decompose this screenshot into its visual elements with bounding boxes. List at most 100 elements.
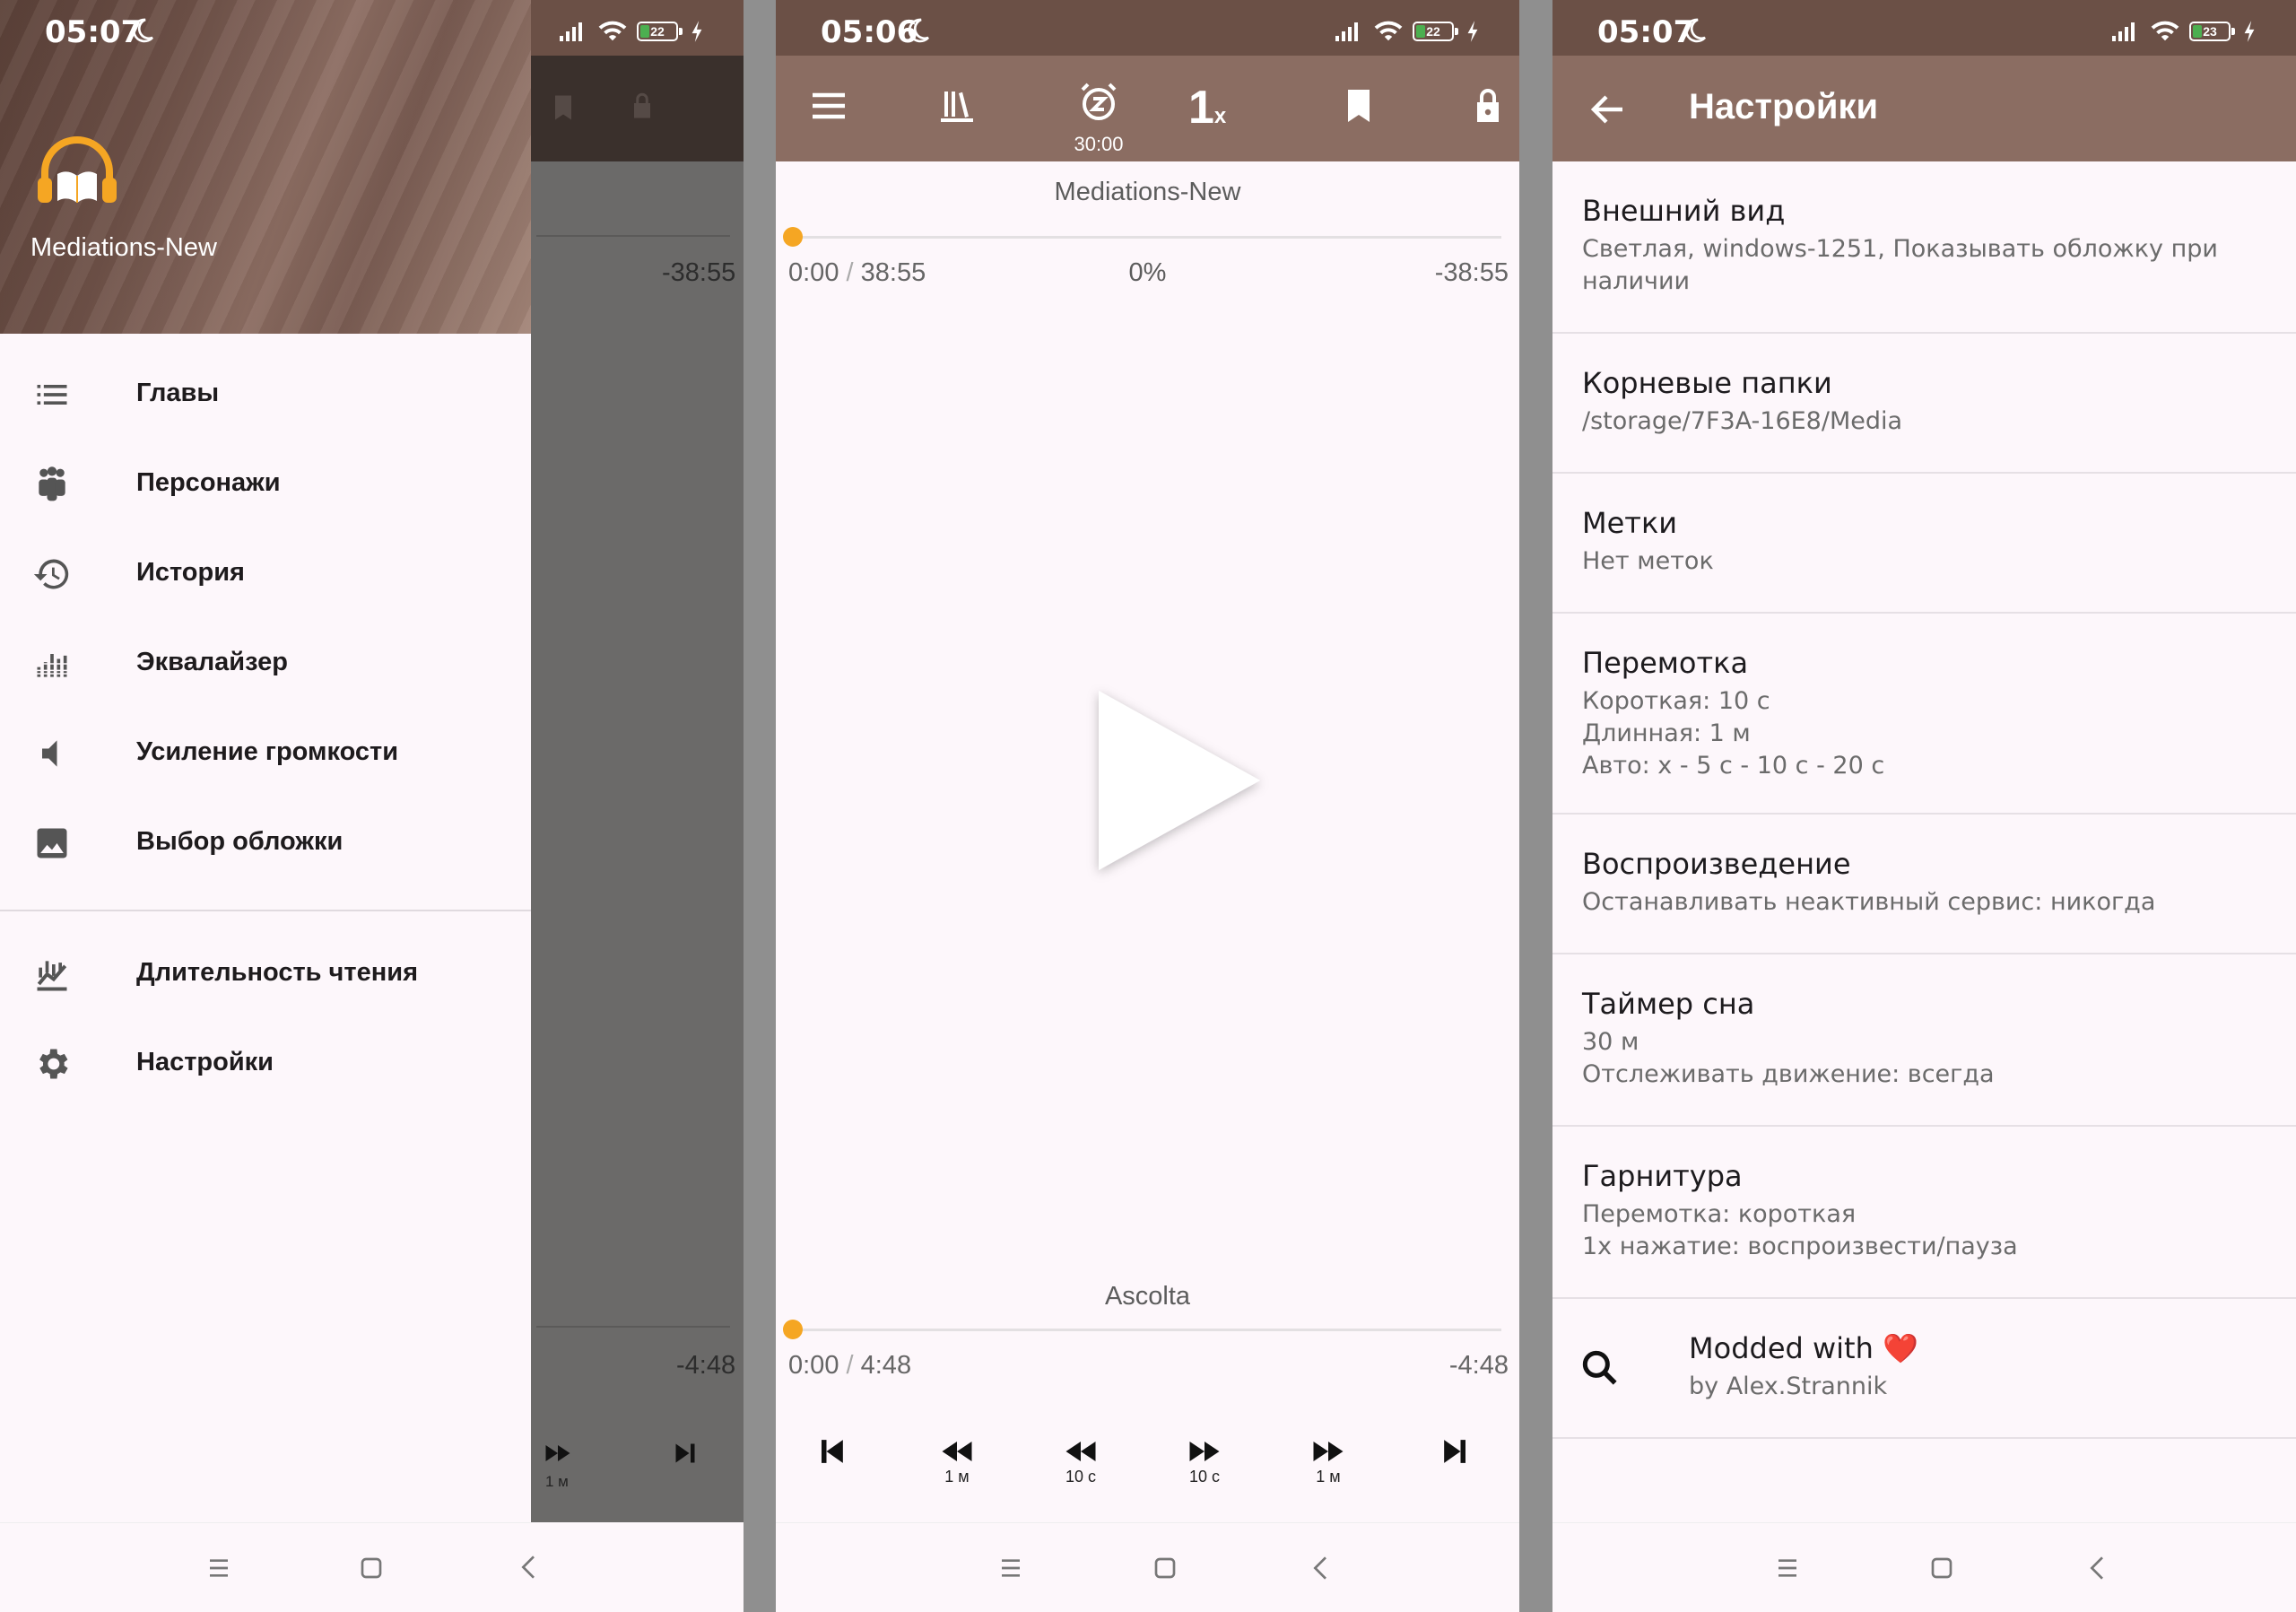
skip-next-icon[interactable] [669,1437,701,1469]
previous-track-button[interactable] [796,1426,867,1498]
signal-icon [2112,22,2135,41]
track-progress-track [536,1326,730,1328]
forward-long-button[interactable]: 1 м [1292,1426,1364,1498]
book-percent: 0% [1128,258,1167,287]
menu-item-cover-selection[interactable]: Выбор обложки [0,798,531,888]
menu-item-label: История [136,558,245,587]
status-bar-overlay: 05:07 [0,0,744,56]
battery-level: 22 [1426,24,1440,39]
setting-summary-press: 1x нажатие: воспроизвести/пауза [1582,1233,2018,1260]
back-nav-icon[interactable] [1303,1550,1339,1586]
menu-item-characters[interactable]: Персонажи [0,440,531,529]
library-icon[interactable] [935,84,978,127]
menu-item-label: Главы [136,379,220,407]
speed-value: 1 [1188,82,1214,134]
rewind-long-label: 1 м [944,1468,970,1486]
setting-title: Modded with ❤️ [1689,1331,1918,1365]
battery-icon: 22 [1413,22,1458,41]
setting-summary-seek: Перемотка: короткая [1582,1200,1857,1228]
book-progress-thumb[interactable] [783,227,803,247]
recents-icon[interactable] [1770,1550,1805,1586]
menu-item-settings[interactable]: Настройки [0,1019,531,1109]
setting-headset[interactable]: Гарнитура Перемотка: короткая 1x нажатие… [1552,1127,2296,1299]
track-total: 4:48 [860,1351,912,1380]
next-track-button[interactable] [1420,1426,1492,1498]
menu-item-equalizer[interactable]: Эквалайзер [0,619,531,709]
gear-icon [39,1049,68,1079]
menu-item-label: Длительность чтения [136,958,418,987]
menu-item-reading-duration[interactable]: Длительность чтения [0,929,531,1019]
skip-previous-icon [822,1440,843,1463]
back-nav-icon[interactable] [2080,1550,2116,1586]
recents-icon[interactable] [993,1550,1029,1586]
arrow-back-icon[interactable] [1587,88,1630,131]
recents-icon[interactable] [201,1550,237,1586]
setting-root-folders[interactable]: Корневые папки /storage/7F3A-16E8/Media [1552,334,2296,474]
setting-playback[interactable]: Воспроизведение Останавливать неактивный… [1552,815,2296,954]
menu-item-label: Персонажи [136,468,281,497]
image-icon [37,828,67,858]
menu-item-label: Настройки [136,1048,274,1076]
menu-item-label: Эквалайзер [136,648,288,676]
forward-short-button[interactable]: 10 с [1169,1426,1240,1498]
home-icon[interactable] [1924,1550,1960,1586]
lock-icon[interactable] [1466,84,1509,127]
setting-summary: Светлая, windows-1251, Показывать обложк… [1582,235,2218,295]
credits-title: Modded with [1689,1331,1874,1365]
speed-suffix: x [1213,104,1227,128]
track-title: Ascolta [1104,1282,1191,1311]
headphones-book-logo [38,136,117,203]
lock-icon [634,92,650,118]
people-icon [39,466,65,501]
navigation-drawer: 05:07 Mediations-New Главы Персонажи Ист… [0,0,531,1612]
setting-summary: Останавливать неактивный сервис: никогда [1582,888,2156,916]
setting-appearance[interactable]: Внешний вид Светлая, windows-1251, Показ… [1552,161,2296,334]
forward-long-label: 1 м [1316,1468,1341,1486]
settings-toolbar: Настройки [1552,56,2296,161]
navbar-remainder [531,1522,744,1612]
history-icon [33,559,69,589]
setting-sleep-timer[interactable]: Таймер сна 30 м Отслеживать движение: вс… [1552,954,2296,1127]
play-icon[interactable] [1081,664,1278,897]
fast-forward-icon[interactable] [542,1437,574,1469]
book-title: Mediations-New [1054,178,1241,206]
setting-title: Перемотка [1582,646,1749,680]
rewind-long-button[interactable]: 1 м [921,1426,993,1498]
rewind-icon [942,1442,972,1461]
setting-bookmarks[interactable]: Метки Нет меток [1552,474,2296,614]
home-icon[interactable] [353,1550,389,1586]
skip-label: 1 м [545,1473,569,1490]
bookmark-icon[interactable] [1337,84,1380,127]
dimmed-toolbar [531,56,744,161]
setting-title: Метки [1582,506,1678,540]
book-progress-bar[interactable] [792,236,1501,239]
search-icon [1582,1350,1617,1385]
menu-item-volume-boost[interactable]: Усиление громкости [0,709,531,798]
setting-title: Гарнитура [1582,1159,1743,1193]
moon-icon [132,18,153,43]
player-screen: 05:06 22 30:00 1x Mediations-New 0:00 / … [776,0,1519,1612]
equalizer-icon [35,654,69,677]
setting-seek[interactable]: Перемотка Короткая: 10 с Длинная: 1 м Ав… [1552,614,2296,815]
battery-level: 23 [2203,24,2217,39]
playback-speed[interactable]: 1x [1188,81,1226,135]
rewind-icon [1065,1442,1096,1461]
menu-item-chapters[interactable]: Главы [0,350,531,440]
menu-icon[interactable] [807,84,850,127]
track-elapsed: 0:00 [788,1351,839,1380]
track-progress-bar[interactable] [792,1329,1501,1331]
list-icon [37,385,67,405]
menu-divider [0,910,531,911]
setting-summary: /storage/7F3A-16E8/Media [1582,407,1903,435]
back-nav-icon[interactable] [511,1549,547,1585]
wifi-icon [1374,21,1403,41]
track-progress-thumb[interactable] [783,1320,803,1339]
menu-item-history[interactable]: История [0,529,531,619]
rewind-short-button[interactable]: 10 с [1045,1426,1117,1498]
setting-modded-credits[interactable]: Modded with ❤️ by Alex.Strannik [1552,1299,2296,1439]
menu-item-label: Выбор обложки [136,827,344,856]
sleep-timer-icon[interactable] [1077,81,1120,124]
book-progress-track [536,235,730,237]
home-icon[interactable] [1147,1550,1183,1586]
charging-icon [2244,21,2255,42]
